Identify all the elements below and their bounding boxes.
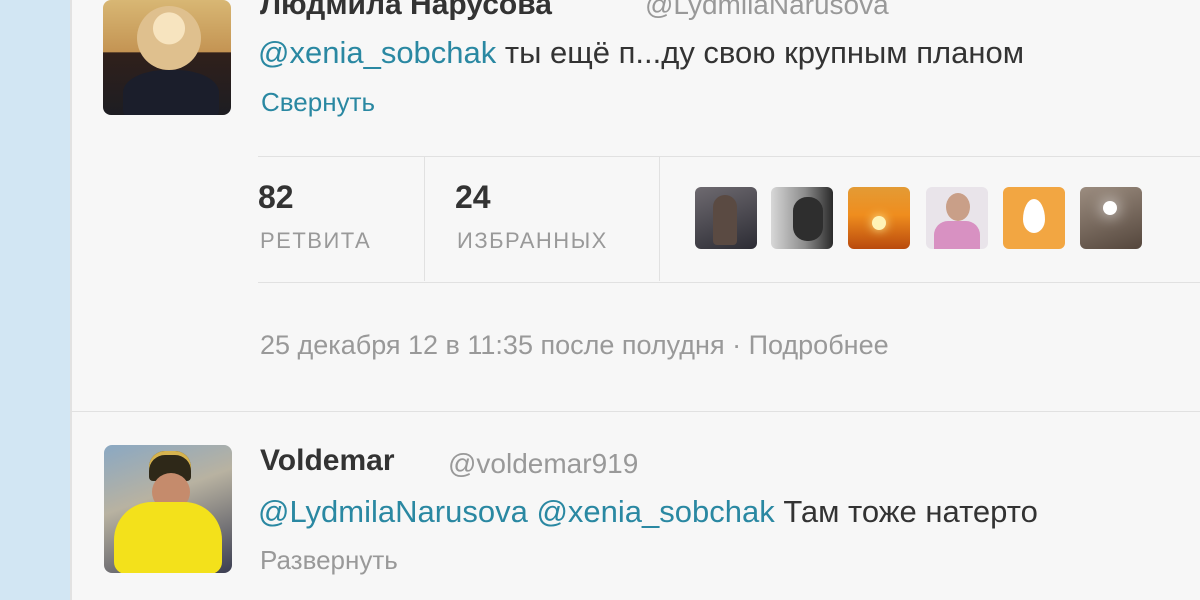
details-link[interactable]: Подробнее	[749, 330, 889, 360]
favoriter-avatar-2[interactable]	[771, 187, 833, 249]
reply-author-avatar[interactable]	[104, 445, 232, 573]
author-avatar[interactable]	[103, 0, 231, 115]
favorite-label[interactable]: ИЗБРАННЫХ	[457, 228, 608, 254]
favoriter-avatar-3[interactable]	[848, 187, 910, 249]
timestamp[interactable]: 25 декабря 12 в 11:35 после полудня	[260, 330, 725, 360]
favoriter-avatar-6[interactable]	[1080, 187, 1142, 249]
reply-author-name[interactable]: Voldemar	[260, 444, 395, 478]
stats-separator-1	[424, 157, 425, 281]
stats-divider-top	[258, 156, 1200, 157]
reply-avatar-face	[152, 473, 190, 511]
page-background	[0, 0, 70, 600]
favorite-count[interactable]: 24	[455, 179, 491, 216]
reply-body: Там тоже натерто	[774, 494, 1038, 529]
author-name[interactable]: Людмила Нарусова	[260, 0, 552, 22]
reply-mention-1[interactable]: @LydmilaNarusova	[258, 494, 528, 529]
reply-author-handle[interactable]: @voldemar919	[448, 448, 638, 480]
tweet-meta: 25 декабря 12 в 11:35 после полудня · По…	[260, 330, 889, 361]
tweet-body: ты ещё п...ду свою крупным планом	[496, 35, 1025, 70]
mention-link[interactable]: @xenia_sobchak	[258, 35, 496, 70]
collapse-link[interactable]: Свернуть	[261, 87, 375, 118]
stats-divider-bottom	[258, 282, 1200, 283]
tweet-text: @xenia_sobchak ты ещё п...ду свою крупны…	[258, 35, 1024, 71]
retweet-label[interactable]: РЕТВИТА	[260, 228, 371, 254]
favoriter-avatar-5[interactable]	[1003, 187, 1065, 249]
reply-text: @LydmilaNarusova @xenia_sobchak Там тоже…	[258, 494, 1038, 530]
stats-separator-2	[659, 157, 660, 281]
tweet-separator	[70, 411, 1200, 412]
author-handle[interactable]: @LydmilaNarusova	[645, 0, 889, 21]
expand-link[interactable]: Развернуть	[260, 545, 398, 576]
meta-separator: ·	[724, 330, 749, 360]
reply-mention-2[interactable]: @xenia_sobchak	[536, 494, 774, 529]
retweet-count[interactable]: 82	[258, 179, 294, 216]
favoriter-avatar-1[interactable]	[695, 187, 757, 249]
favoriter-avatar-4[interactable]	[926, 187, 988, 249]
